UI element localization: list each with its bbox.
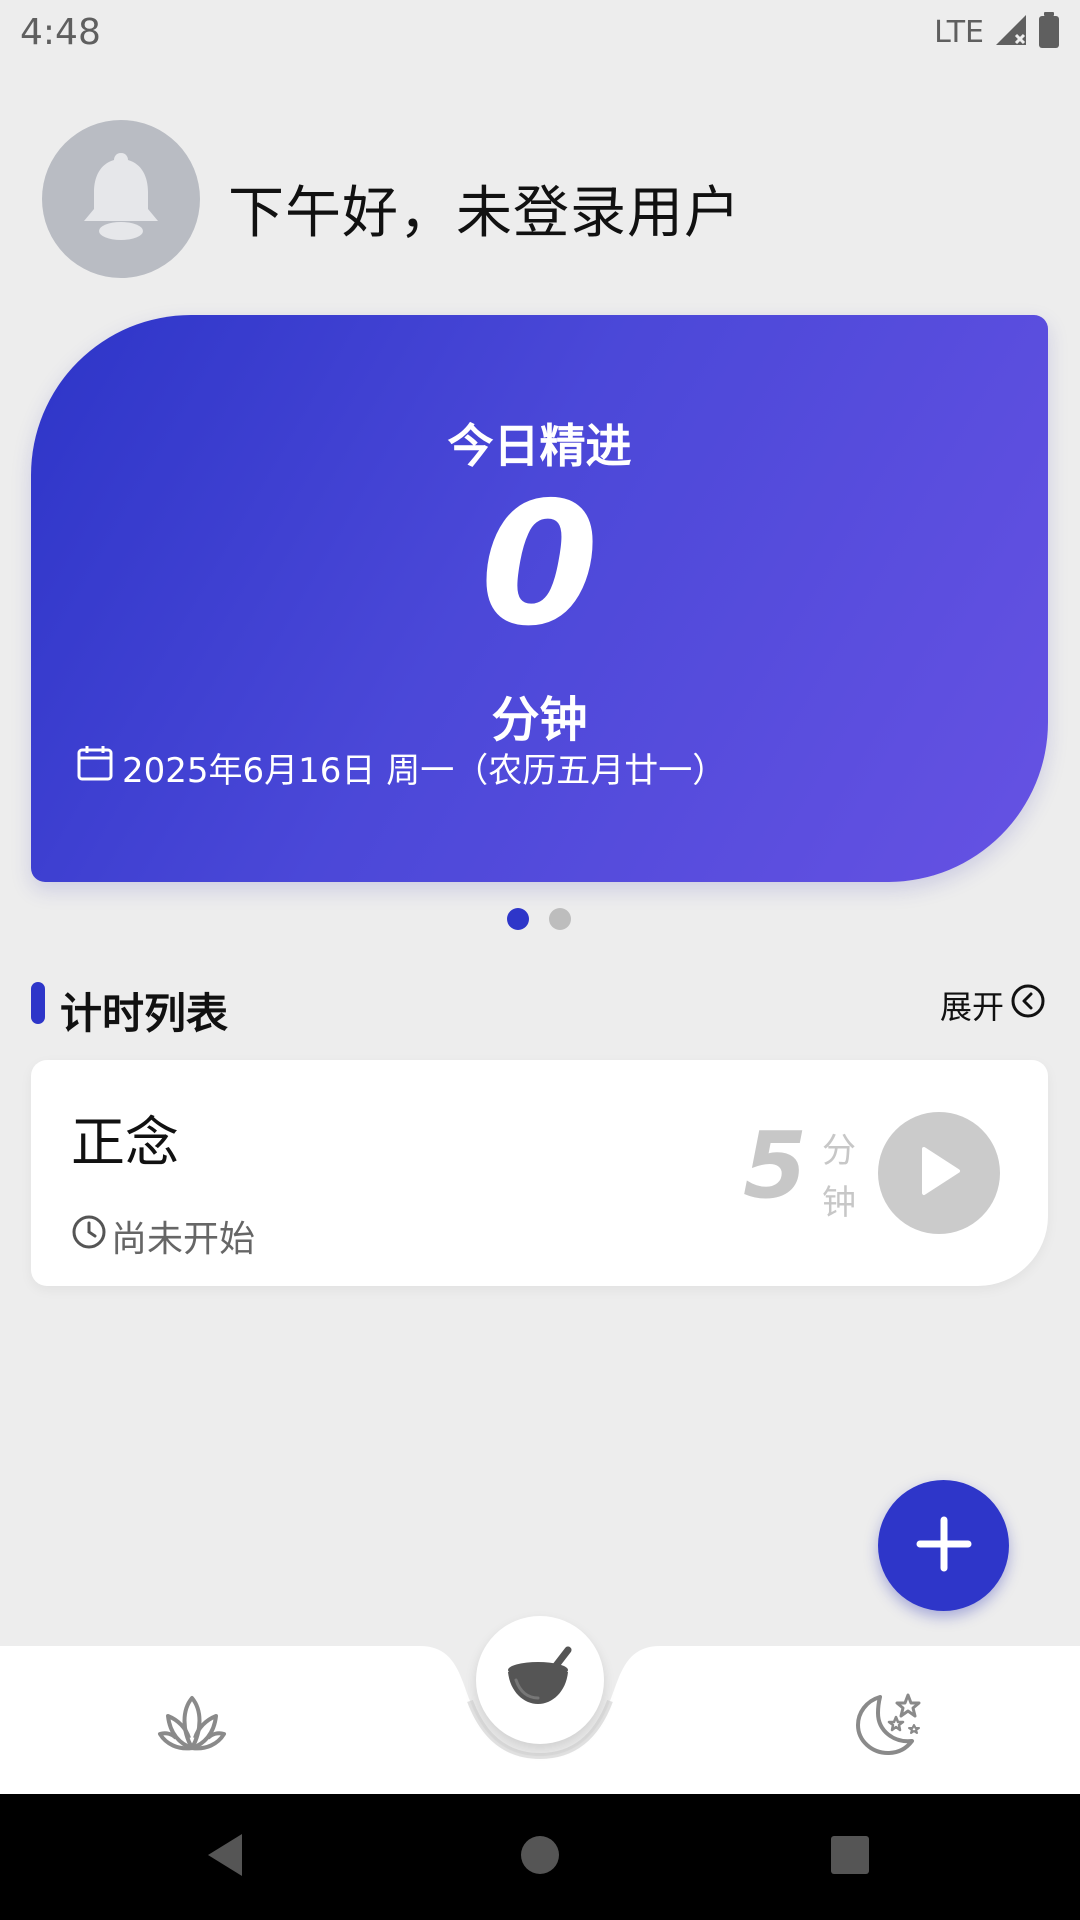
back-triangle-icon: [202, 1830, 248, 1884]
home-circle-icon: [519, 1834, 561, 1880]
section-title: 计时列表: [60, 989, 229, 1038]
timer-unit-line2: 钟: [822, 1183, 856, 1223]
section-accent-bar: [31, 982, 45, 1024]
plus-icon: [914, 1514, 974, 1578]
status-time: 4:48: [20, 12, 101, 53]
timer-status-text: 尚未开始: [111, 1219, 256, 1260]
battery-icon: [1038, 12, 1060, 52]
timer-minutes: 5: [743, 1112, 808, 1219]
calendar-icon: [76, 744, 114, 791]
clock-icon: [71, 1214, 107, 1259]
play-button[interactable]: [878, 1112, 1000, 1234]
hero-unit: 分钟: [491, 692, 588, 748]
pager-dot-1[interactable]: [507, 908, 529, 930]
bowl-icon: [504, 1646, 576, 1714]
status-icons: LTE: [934, 12, 1060, 52]
add-timer-button[interactable]: [878, 1480, 1009, 1611]
network-type: LTE: [934, 14, 984, 50]
today-progress-card[interactable]: 今日精进 0 分钟 2025年6月16日 周一（农历五月廿一）: [31, 315, 1048, 882]
pager-dot-2[interactable]: [549, 908, 571, 930]
expand-button[interactable]: 展开: [940, 982, 1046, 1028]
system-recents-button[interactable]: [815, 1824, 885, 1890]
bottom-navigation: [0, 1616, 1080, 1794]
timer-status-row: 尚未开始: [71, 1210, 255, 1262]
timer-unit-line1: 分: [822, 1131, 856, 1171]
system-back-button[interactable]: [190, 1824, 260, 1890]
nav-home[interactable]: [476, 1616, 604, 1744]
recents-square-icon: [829, 1834, 871, 1880]
status-bar: 4:48 LTE: [0, 0, 1080, 64]
bell-icon: [76, 147, 166, 251]
lotus-icon: [156, 1692, 228, 1760]
system-home-button[interactable]: [505, 1824, 575, 1890]
system-navigation-bar: [0, 1794, 1080, 1920]
expand-label: 展开: [939, 988, 1004, 1026]
greeting-text: 下午好，未登录用户: [228, 181, 741, 246]
moon-stars-icon: [850, 1691, 926, 1761]
timer-card[interactable]: 正念 尚未开始 5 分 钟: [31, 1060, 1048, 1286]
play-icon: [914, 1143, 964, 1203]
signal-icon: [994, 13, 1028, 51]
app-screen: 4:48 LTE 下午好，未登录用户 今日精进 0 分钟 2025年6月16日 …: [0, 0, 1080, 1920]
pager-dots: [507, 908, 571, 930]
timer-name: 正念: [71, 1111, 179, 1174]
nav-meditation[interactable]: [147, 1686, 237, 1766]
timer-unit: 分 钟: [819, 1125, 859, 1229]
avatar[interactable]: [42, 120, 200, 278]
hero-minutes-value: 0: [480, 466, 599, 664]
hero-date-row: 2025年6月16日 周一（农历五月廿一）: [76, 743, 726, 792]
nav-sleep[interactable]: [843, 1686, 933, 1766]
hero-date-text: 2025年6月16日 周一（农历五月廿一）: [122, 751, 727, 791]
chevron-left-circle-icon: [1010, 983, 1046, 1027]
